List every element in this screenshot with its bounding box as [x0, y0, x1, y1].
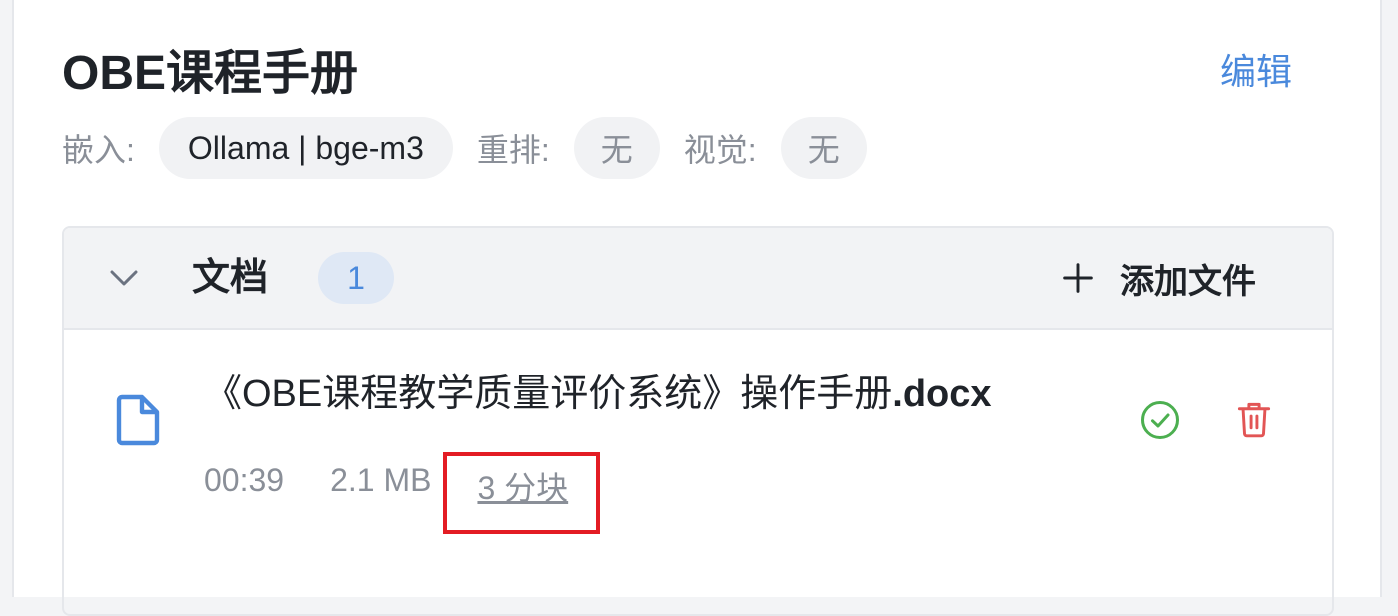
chevron-down-icon[interactable] — [106, 260, 142, 296]
page-title: OBE课程手册 — [62, 47, 359, 100]
vision-model-chip: 无 — [780, 117, 867, 179]
knowledge-base-panel: OBE课程手册 编辑 嵌入: Ollama | bge-m3 重排: 无 视觉:… — [12, 0, 1382, 616]
model-info-row: 嵌入: Ollama | bge-m3 重排: 无 视觉: 无 — [62, 116, 867, 180]
file-name[interactable]: 《OBE课程教学质量评价系统》操作手册.docx — [204, 368, 992, 420]
file-time: 00:39 — [204, 462, 285, 498]
trash-icon[interactable] — [1236, 400, 1272, 438]
documents-count-badge: 1 — [318, 252, 394, 304]
rerank-label: 重排: — [476, 132, 550, 168]
rerank-model-chip: 无 — [573, 117, 660, 179]
file-size: 2.1 MB — [330, 462, 432, 498]
file-extension: .docx — [892, 373, 992, 415]
vision-label: 视觉: — [683, 132, 757, 168]
file-meta: 00:39 2.1 MB 3 分块 — [204, 426, 601, 534]
add-file-label: 添加文件 — [1120, 262, 1256, 301]
add-file-button[interactable]: 添加文件 — [1062, 252, 1256, 304]
file-row: 《OBE课程教学质量评价系统》操作手册.docx 00:39 2.1 MB 3 … — [64, 330, 1332, 534]
file-name-text: 《OBE课程教学质量评价系统》操作手册 — [204, 373, 893, 415]
edit-button[interactable]: 编辑 — [1220, 50, 1292, 94]
embed-model-chip: Ollama | bge-m3 — [158, 117, 453, 179]
documents-card: 文档 1 添加文件 《OBE课程教学质量评价系统》操作手册.docx 00:39… — [62, 226, 1334, 616]
documents-header: 文档 1 添加文件 — [64, 228, 1332, 330]
check-circle-icon — [1141, 401, 1179, 439]
file-chunks-link[interactable]: 3 分块 — [443, 452, 601, 534]
document-icon — [116, 394, 160, 446]
plus-icon — [1063, 263, 1093, 293]
embed-label: 嵌入: — [62, 132, 135, 168]
documents-title: 文档 — [192, 257, 269, 299]
